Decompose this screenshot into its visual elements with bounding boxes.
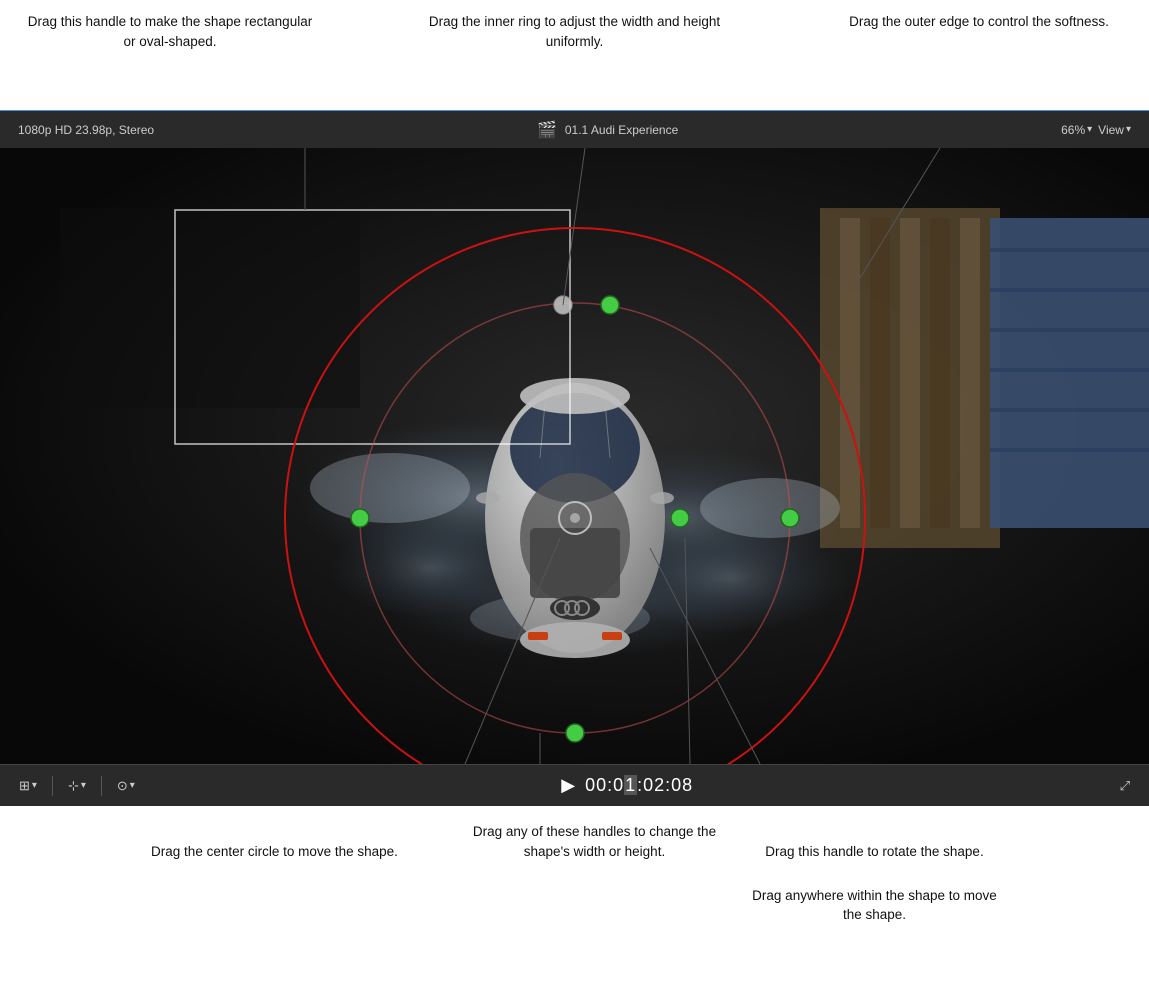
speed-button[interactable]: ⊙ ▾ bbox=[112, 776, 140, 796]
clip-title: 01.1 Audi Experience bbox=[565, 123, 678, 137]
speed-icon: ⊙ bbox=[117, 778, 128, 794]
fullscreen-icon: ⤢ bbox=[1120, 778, 1130, 794]
transform-icon: ⊹ bbox=[68, 778, 79, 794]
speed-chevron-icon: ▾ bbox=[130, 780, 135, 791]
annotation-bottom-center: Drag any of these handles to change the … bbox=[465, 822, 725, 861]
play-button[interactable]: ▶ bbox=[561, 775, 575, 796]
viewer-header: 1080p HD 23.98p, Stereo 🎬 01.1 Audi Expe… bbox=[0, 110, 1149, 148]
annotation-bottom-left: Drag the center circle to move the shape… bbox=[145, 822, 405, 862]
viewer-toolbar: ⊞ ▾ ⊹ ▾ ⊙ ▾ ▶ 00:01:02:08 ⤢ bbox=[0, 764, 1149, 806]
film-icon: 🎬 bbox=[537, 120, 557, 140]
transform-chevron-icon: ▾ bbox=[81, 780, 86, 791]
transform-button[interactable]: ⊹ ▾ bbox=[63, 776, 91, 796]
annotation-top-center: Drag the inner ring to adjust the width … bbox=[425, 8, 725, 102]
bottom-annotations-bar: Drag the center circle to move the shape… bbox=[0, 806, 1149, 982]
timecode-display: 00:01:02:08 bbox=[585, 775, 693, 796]
viewer-controls: 66% ▾ View ▾ bbox=[1061, 123, 1131, 137]
timecode-highlighted: 1 bbox=[624, 775, 637, 795]
video-overlay-svg bbox=[0, 148, 1149, 764]
zoom-button[interactable]: 66% ▾ bbox=[1061, 123, 1092, 137]
title-section: 🎬 01.1 Audi Experience bbox=[537, 120, 678, 140]
toolbar-separator-2 bbox=[101, 776, 102, 796]
fullscreen-button[interactable]: ⤢ bbox=[1115, 776, 1135, 796]
annotation-bottom-right-move: Drag anywhere within the shape to move t… bbox=[745, 886, 1005, 925]
annotation-top-left: Drag this handle to make the shape recta… bbox=[20, 8, 320, 102]
zoom-chevron-icon: ▾ bbox=[1087, 124, 1092, 135]
view-mode-icon: ⊞ bbox=[19, 778, 30, 794]
toolbar-right: ⤢ bbox=[1115, 776, 1135, 796]
annotation-bottom-right-rotate: Drag this handle to rotate the shape. bbox=[745, 842, 1005, 862]
toolbar-left: ⊞ ▾ ⊹ ▾ ⊙ ▾ bbox=[14, 776, 140, 796]
annotation-bottom-right: Drag this handle to rotate the shape. Dr… bbox=[745, 822, 1005, 925]
video-area[interactable] bbox=[0, 148, 1149, 764]
view-chevron-icon: ▾ bbox=[1126, 124, 1131, 135]
view-mode-button[interactable]: ⊞ ▾ bbox=[14, 776, 42, 796]
toolbar-separator-1 bbox=[52, 776, 53, 796]
view-button[interactable]: View ▾ bbox=[1098, 123, 1131, 137]
format-label: 1080p HD 23.98p, Stereo bbox=[18, 123, 154, 137]
play-icon: ▶ bbox=[561, 775, 575, 795]
toolbar-center: ▶ 00:01:02:08 bbox=[561, 775, 693, 796]
top-annotations-bar: Drag this handle to make the shape recta… bbox=[0, 0, 1149, 110]
view-mode-chevron-icon: ▾ bbox=[32, 780, 37, 791]
annotation-top-right: Drag the outer edge to control the softn… bbox=[829, 8, 1129, 102]
